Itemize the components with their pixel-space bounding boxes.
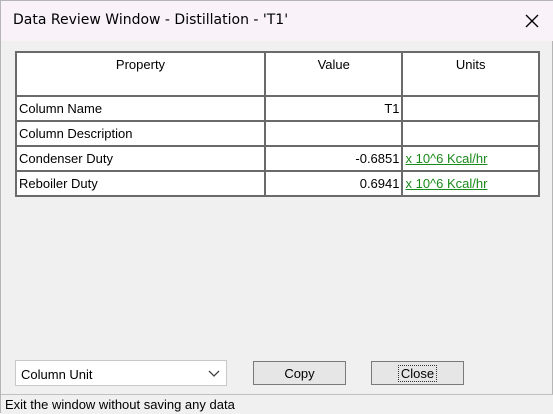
copy-button-label: Copy <box>284 366 315 381</box>
data-review-window: Data Review Window - Distillation - 'T1'… <box>0 0 553 414</box>
property-cell[interactable]: Condenser Duty <box>15 145 266 172</box>
button-bar: Column Unit Copy Close <box>15 360 540 388</box>
table-header-row: Property Value Units <box>15 51 540 97</box>
table-row[interactable]: Column Name T1 <box>15 95 540 122</box>
units-cell[interactable]: x 10^6 Kcal/hr <box>401 145 540 172</box>
property-cell[interactable]: Column Name <box>15 95 266 122</box>
value-cell[interactable]: 0.6941 <box>263 170 404 197</box>
select-value: Column Unit <box>21 367 93 382</box>
value-cell[interactable] <box>263 120 404 147</box>
close-button[interactable]: Close <box>371 361 464 385</box>
units-link[interactable]: x 10^6 Kcal/hr <box>405 151 487 166</box>
column-unit-select[interactable]: Column Unit <box>15 360 227 386</box>
close-button-label: Close <box>397 365 438 382</box>
value-cell[interactable]: -0.6851 <box>263 145 404 172</box>
title-bar: Data Review Window - Distillation - 'T1' <box>1 1 553 41</box>
table-row[interactable]: Column Description <box>15 120 540 147</box>
window-title: Data Review Window - Distillation - 'T1' <box>13 12 289 28</box>
property-cell[interactable]: Reboiler Duty <box>15 170 266 197</box>
units-cell[interactable] <box>401 120 540 147</box>
close-icon <box>525 14 539 28</box>
status-bar: Exit the window without saving any data <box>1 394 553 414</box>
property-table: Property Value Units Column Name T1 Colu… <box>15 51 540 197</box>
table-row[interactable]: Condenser Duty -0.6851 x 10^6 Kcal/hr <box>15 145 540 172</box>
property-cell[interactable]: Column Description <box>15 120 266 147</box>
column-header-property[interactable]: Property <box>15 51 266 97</box>
value-cell[interactable]: T1 <box>263 95 404 122</box>
status-text: Exit the window without saving any data <box>5 397 235 412</box>
copy-button[interactable]: Copy <box>253 361 346 385</box>
units-cell[interactable]: x 10^6 Kcal/hr <box>401 170 540 197</box>
column-header-units[interactable]: Units <box>401 51 540 97</box>
column-header-value[interactable]: Value <box>263 51 404 97</box>
property-grid: Property Value Units Column Name T1 Colu… <box>15 51 540 197</box>
units-link[interactable]: x 10^6 Kcal/hr <box>405 176 487 191</box>
window-close-button[interactable] <box>517 7 547 35</box>
chevron-down-icon <box>208 370 220 377</box>
units-cell[interactable] <box>401 95 540 122</box>
table-row[interactable]: Reboiler Duty 0.6941 x 10^6 Kcal/hr <box>15 170 540 197</box>
